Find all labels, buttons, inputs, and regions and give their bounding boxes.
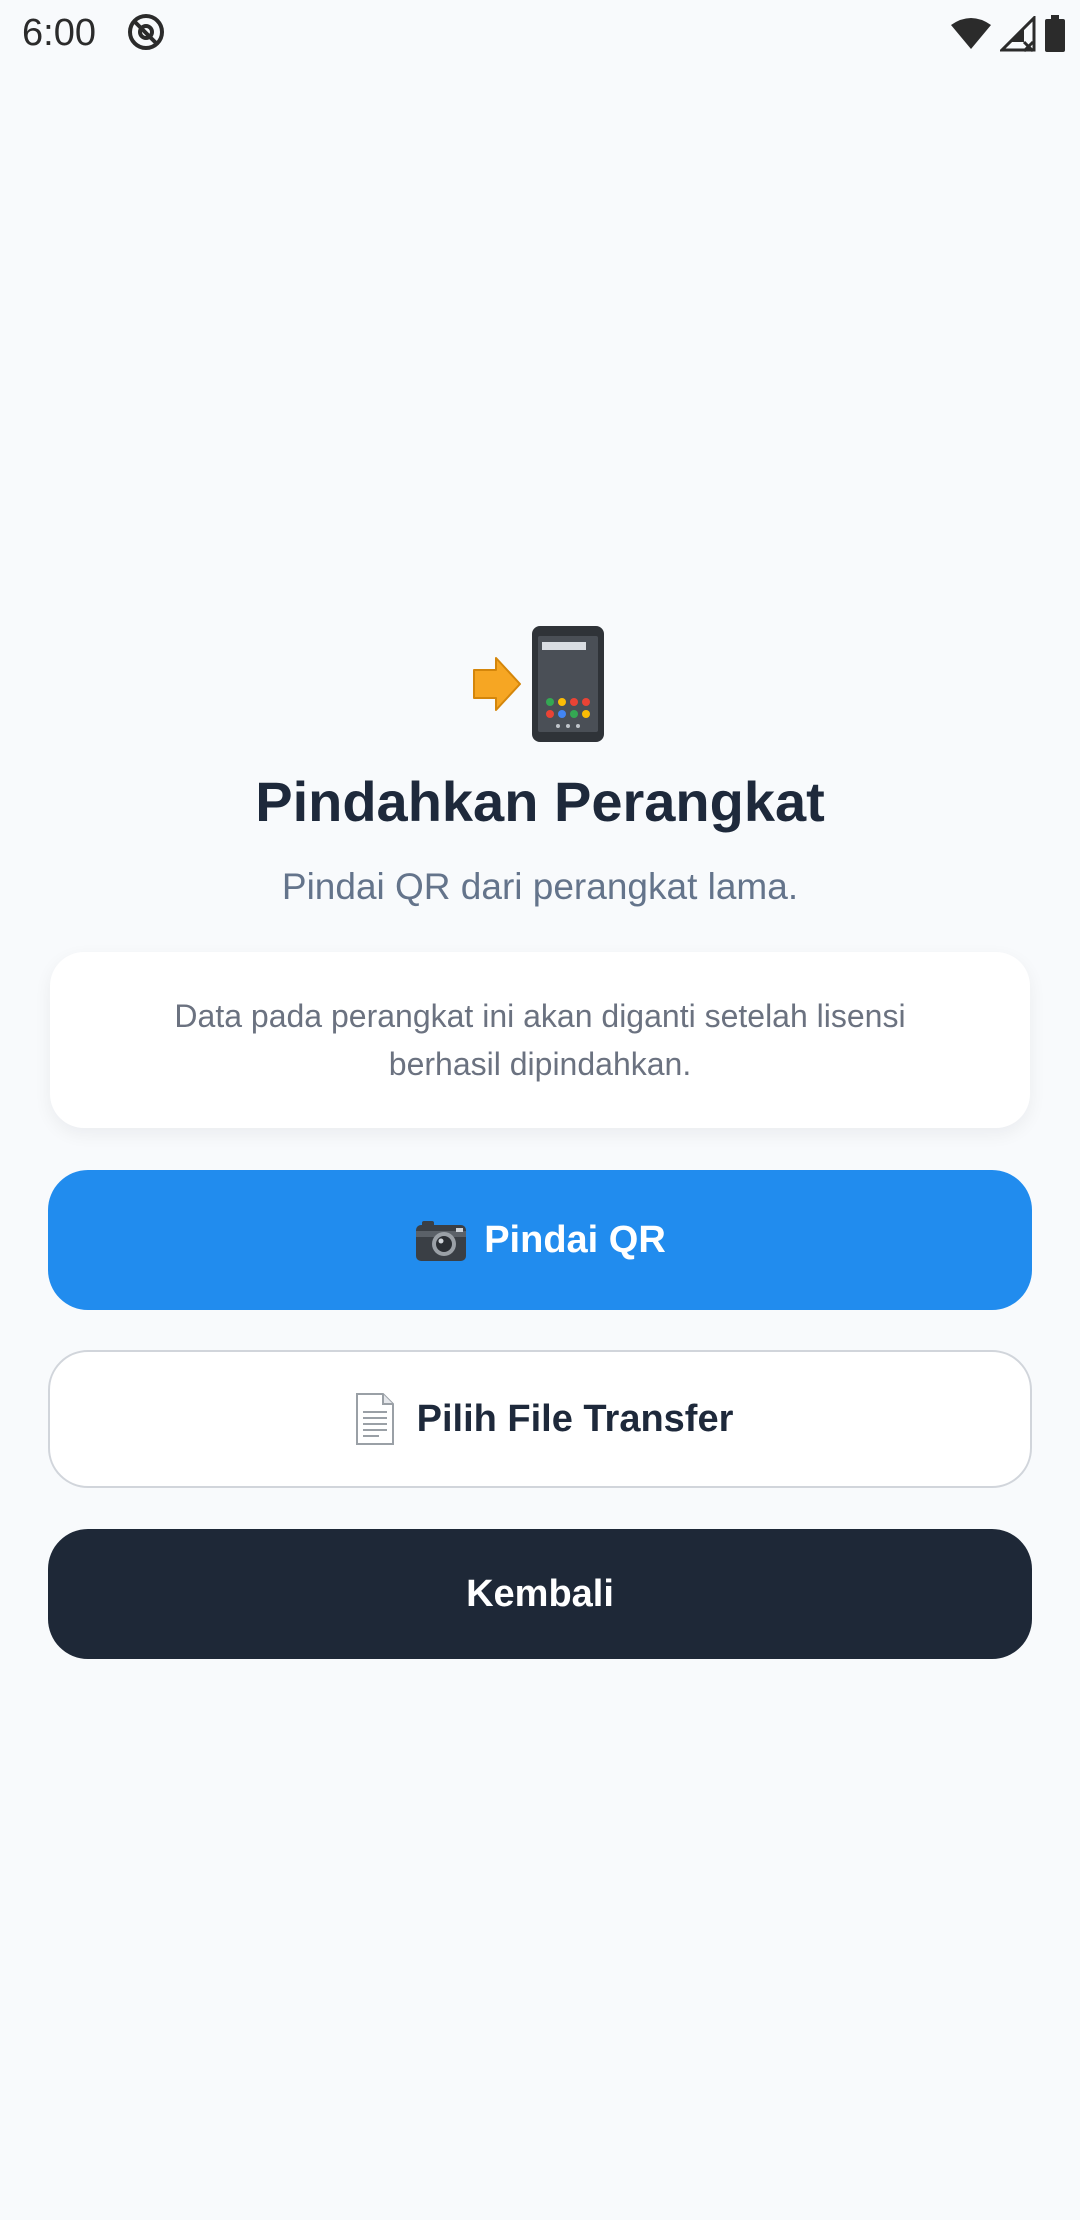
info-text: Data pada perangkat ini akan diganti set… <box>174 998 906 1082</box>
back-button[interactable]: Kembali <box>48 1529 1032 1659</box>
info-card: Data pada perangkat ini akan diganti set… <box>50 952 1030 1128</box>
phone-transfer-icon <box>473 626 604 742</box>
status-icons <box>950 14 1066 54</box>
document-icon <box>355 1393 394 1445</box>
back-label: Kembali <box>466 1572 614 1615</box>
at-sign-icon <box>128 14 164 50</box>
status-time: 6:00 <box>22 12 96 54</box>
battery-icon <box>1045 15 1065 52</box>
pick-transfer-file-label: Pilih File Transfer <box>416 1397 734 1440</box>
page-subtitle: Pindai QR dari perangkat lama. <box>281 866 799 907</box>
scan-qr-label: Pindai QR <box>484 1218 666 1261</box>
page-title: Pindahkan Perangkat <box>255 770 825 833</box>
status-bar: 6:00 <box>0 0 1080 66</box>
wifi-icon <box>951 18 991 49</box>
camera-icon <box>416 1221 467 1261</box>
scan-qr-button[interactable]: Pindai QR <box>48 1170 1032 1310</box>
pick-transfer-file-button[interactable]: Pilih File Transfer <box>48 1350 1032 1488</box>
signal-icon <box>1000 16 1036 52</box>
